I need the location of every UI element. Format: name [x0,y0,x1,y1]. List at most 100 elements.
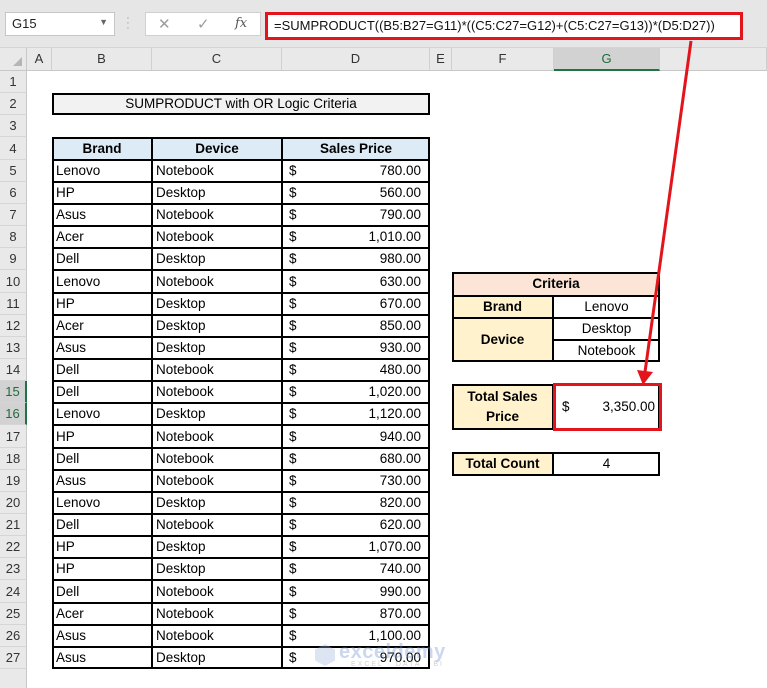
row-header-11[interactable]: 11 [0,293,27,315]
chevron-down-icon[interactable]: ▼ [99,17,108,27]
enter-icon[interactable]: ✓ [197,15,210,33]
row-header-26[interactable]: 26 [0,625,27,647]
price-cell[interactable]: $980.00 [282,248,430,270]
criteria-brand-label[interactable]: Brand [452,296,553,318]
price-cell[interactable]: $940.00 [282,425,430,448]
name-box[interactable]: G15 ▼ [5,12,115,36]
device-cell[interactable]: Notebook [152,381,282,403]
brand-cell[interactable]: Asus [52,470,152,492]
column-header-f[interactable]: F [452,48,554,71]
device-cell[interactable]: Desktop [152,182,282,204]
price-cell[interactable]: $1,100.00 [282,625,430,647]
device-cell[interactable]: Desktop [152,558,282,580]
row-header-8[interactable]: 8 [0,226,27,248]
table-header-device[interactable]: Device [152,137,282,160]
drag-handle-icon[interactable]: · · · [126,13,130,34]
row-header-13[interactable]: 13 [0,337,27,359]
sheet-title[interactable]: SUMPRODUCT with OR Logic Criteria [52,93,430,115]
brand-cell[interactable]: HP [52,425,152,448]
device-cell[interactable]: Desktop [152,647,282,669]
device-cell[interactable]: Notebook [152,226,282,248]
row-header-12[interactable]: 12 [0,315,27,337]
device-cell[interactable]: Notebook [152,270,282,293]
price-cell[interactable]: $620.00 [282,514,430,536]
device-cell[interactable]: Notebook [152,425,282,448]
brand-cell[interactable]: HP [52,536,152,558]
device-cell[interactable]: Notebook [152,625,282,647]
price-cell[interactable]: $480.00 [282,359,430,381]
criteria-device-value-2[interactable]: Notebook [553,340,660,362]
price-cell[interactable]: $740.00 [282,558,430,580]
price-cell[interactable]: $560.00 [282,182,430,204]
select-all-corner[interactable] [0,48,27,71]
row-header-25[interactable]: 25 [0,603,27,625]
price-cell[interactable]: $1,070.00 [282,536,430,558]
row-header-7[interactable]: 7 [0,204,27,226]
brand-cell[interactable]: Lenovo [52,270,152,293]
insert-function-icon[interactable]: fx [235,16,247,31]
criteria-device-value-1[interactable]: Desktop [553,318,660,340]
brand-cell[interactable]: Asus [52,647,152,669]
brand-cell[interactable]: Lenovo [52,160,152,182]
row-header-4[interactable]: 4 [0,137,27,160]
criteria-device-label[interactable]: Device [452,318,553,362]
row-header-3[interactable]: 3 [0,115,27,137]
device-cell[interactable]: Desktop [152,337,282,359]
brand-cell[interactable]: Lenovo [52,403,152,425]
column-header-c[interactable]: C [152,48,282,71]
table-header-brand[interactable]: Brand [52,137,152,160]
row-header-22[interactable]: 22 [0,536,27,558]
brand-cell[interactable]: Dell [52,381,152,403]
cancel-icon[interactable]: ✕ [158,15,171,33]
device-cell[interactable]: Notebook [152,204,282,226]
row-header-6[interactable]: 6 [0,182,27,204]
row-header-18[interactable]: 18 [0,448,27,470]
price-cell[interactable]: $1,020.00 [282,381,430,403]
column-header-d[interactable]: D [282,48,430,71]
row-header-1[interactable]: 1 [0,71,27,93]
row-header-24[interactable]: 24 [0,580,27,603]
column-header-a[interactable]: A [27,48,52,71]
price-cell[interactable]: $680.00 [282,448,430,470]
brand-cell[interactable]: Dell [52,580,152,603]
device-cell[interactable]: Notebook [152,448,282,470]
criteria-header[interactable]: Criteria [452,272,660,296]
device-cell[interactable]: Notebook [152,359,282,381]
price-cell[interactable]: $730.00 [282,470,430,492]
price-cell[interactable]: $970.00 [282,647,430,669]
row-header-16[interactable]: 16 [0,403,27,425]
price-cell[interactable]: $870.00 [282,603,430,625]
row-header-27[interactable]: 27 [0,647,27,669]
price-cell[interactable]: $990.00 [282,580,430,603]
row-header-2[interactable]: 2 [0,93,27,115]
brand-cell[interactable]: Dell [52,514,152,536]
price-cell[interactable]: $780.00 [282,160,430,182]
row-header-23[interactable]: 23 [0,558,27,580]
row-header-9[interactable]: 9 [0,248,27,270]
price-cell[interactable]: $850.00 [282,315,430,337]
column-header-b[interactable]: B [52,48,152,71]
column-header-h[interactable] [660,48,767,71]
price-cell[interactable]: $630.00 [282,270,430,293]
row-header-10[interactable]: 10 [0,270,27,293]
brand-cell[interactable]: Asus [52,625,152,647]
device-cell[interactable]: Desktop [152,315,282,337]
row-header-20[interactable]: 20 [0,492,27,514]
row-header-21[interactable]: 21 [0,514,27,536]
column-header-g[interactable]: G [554,48,660,71]
row-header-5[interactable]: 5 [0,160,27,182]
price-cell[interactable]: $1,120.00 [282,403,430,425]
brand-cell[interactable]: Acer [52,315,152,337]
device-cell[interactable]: Desktop [152,403,282,425]
table-header-sales-price[interactable]: Sales Price [282,137,430,160]
row-header-15[interactable]: 15 [0,381,27,403]
price-cell[interactable]: $930.00 [282,337,430,359]
device-cell[interactable]: Notebook [152,603,282,625]
brand-cell[interactable]: HP [52,182,152,204]
price-cell[interactable]: $1,010.00 [282,226,430,248]
brand-cell[interactable]: Acer [52,603,152,625]
row-header-17[interactable]: 17 [0,425,27,448]
brand-cell[interactable]: Dell [52,248,152,270]
formula-input[interactable]: =SUMPRODUCT((B5:B27=G11)*((C5:C27=G12)+(… [265,12,743,40]
device-cell[interactable]: Notebook [152,470,282,492]
